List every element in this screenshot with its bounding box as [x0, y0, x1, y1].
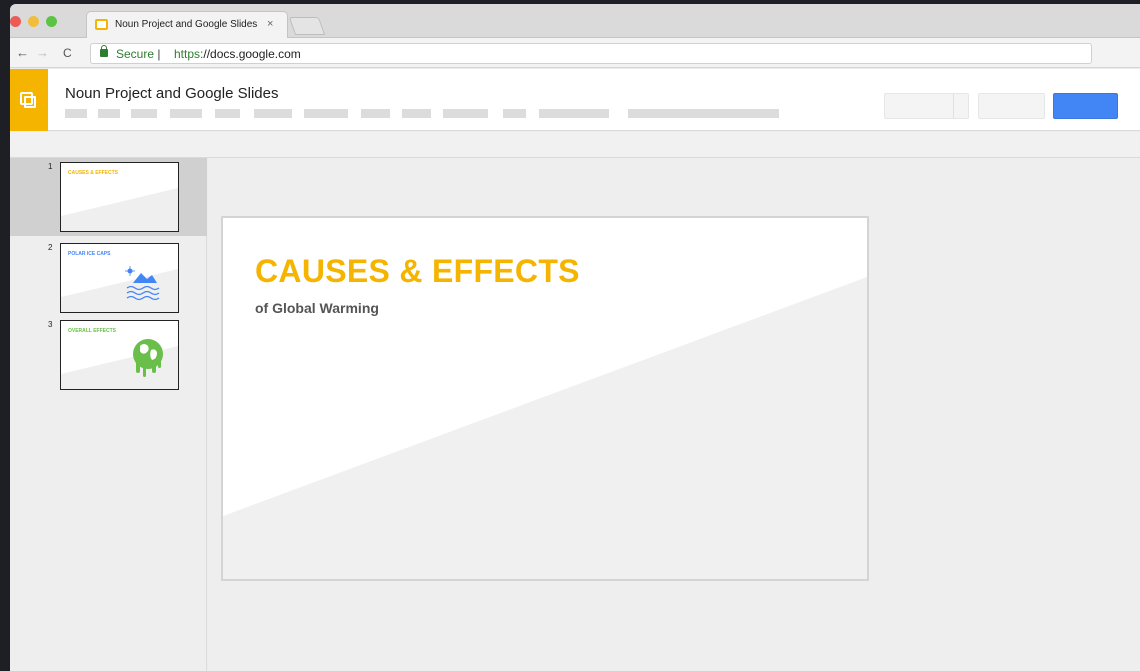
editing-toolbar — [10, 132, 1140, 158]
menu-item-help[interactable] — [503, 109, 526, 118]
browser-tab[interactable]: Noun Project and Google Slides × — [86, 11, 288, 39]
thumbnail-title: CAUSES & EFFECTS — [68, 170, 119, 176]
slides-icon — [20, 92, 36, 108]
new-tab-button[interactable] — [288, 17, 326, 35]
menu-item-edit[interactable] — [98, 109, 120, 118]
slide-preview: POLAR ICE CAPS — [60, 243, 179, 313]
back-arrow-icon[interactable]: ← — [16, 45, 29, 60]
forward-arrow-icon[interactable]: → — [36, 45, 49, 60]
url-text: https://docs.google.com — [174, 47, 301, 61]
tab-title: Noun Project and Google Slides — [115, 19, 258, 30]
share-button[interactable] — [1053, 93, 1118, 119]
browser-window: Noun Project and Google Slides × ← → C S… — [10, 4, 1140, 671]
lock-icon — [100, 45, 108, 57]
slide-preview: OVERALL EFFECTS — [60, 320, 179, 390]
app-header: Noun Project and Google Slides — [10, 69, 1140, 131]
slide-thumbnail-2[interactable]: 2 POLAR ICE CAPS — [10, 239, 207, 317]
slide-subtitle[interactable]: of Global Warming — [255, 300, 379, 316]
slides-favicon-icon — [95, 19, 108, 30]
navigation-bar: ← → C Secure | https://docs.google.com — [10, 38, 1140, 68]
maximize-window-button[interactable] — [46, 16, 57, 27]
menu-item-arrange[interactable] — [304, 109, 348, 118]
slide-filmstrip: 1 CAUSES & EFFECTS 2 POLAR ICE CAPS 3 OV… — [10, 158, 207, 671]
menu-item-tools[interactable] — [361, 109, 390, 118]
menu-item-table[interactable] — [402, 109, 431, 118]
menu-item-file[interactable] — [65, 109, 87, 118]
reload-icon[interactable]: C — [63, 46, 72, 60]
secure-label: Secure | — [116, 47, 161, 61]
slide-thumbnail-1[interactable]: 1 CAUSES & EFFECTS — [10, 158, 207, 236]
address-bar[interactable]: Secure | https://docs.google.com — [90, 43, 1092, 64]
document-title[interactable]: Noun Project and Google Slides — [65, 85, 278, 102]
tab-close-icon[interactable]: × — [267, 18, 273, 30]
slide-preview: CAUSES & EFFECTS — [60, 162, 179, 232]
tab-strip: Noun Project and Google Slides × — [10, 4, 1140, 39]
slide-number: 1 — [48, 162, 53, 171]
slide-thumbnail-3[interactable]: 3 OVERALL EFFECTS — [10, 316, 207, 394]
menu-item-slide[interactable] — [254, 109, 292, 118]
melting-ice-icon — [125, 266, 160, 301]
menu-item-view[interactable] — [131, 109, 157, 118]
minimize-window-button[interactable] — [28, 16, 39, 27]
present-button[interactable] — [884, 93, 969, 119]
menu-item-format[interactable] — [215, 109, 240, 118]
menu-item-accessibility[interactable] — [539, 109, 609, 118]
close-window-button[interactable] — [10, 16, 21, 27]
comments-button[interactable] — [978, 93, 1045, 119]
menu-item-addons[interactable] — [443, 109, 488, 118]
slide-canvas: CAUSES & EFFECTS of Global Warming — [208, 158, 1140, 671]
slide-number: 2 — [48, 243, 53, 252]
melting-earth-icon — [133, 339, 163, 377]
slides-logo[interactable] — [10, 69, 48, 131]
menu-item-insert[interactable] — [170, 109, 202, 118]
slide-title[interactable]: CAUSES & EFFECTS — [255, 253, 580, 290]
slide-number: 3 — [48, 320, 53, 329]
last-edit-link[interactable] — [628, 109, 779, 118]
current-slide[interactable]: CAUSES & EFFECTS of Global Warming — [221, 216, 869, 581]
